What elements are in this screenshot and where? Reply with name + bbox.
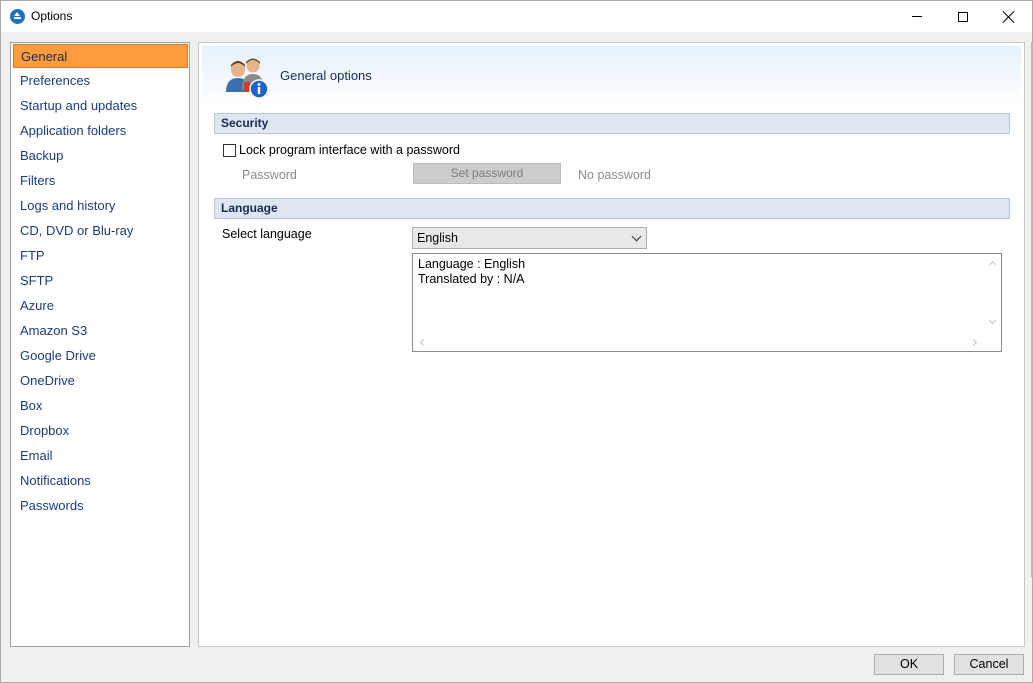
translator-info-line: Translated by : N/A — [418, 272, 525, 286]
set-password-button[interactable]: Set password — [413, 163, 561, 184]
cancel-button[interactable]: Cancel — [954, 654, 1024, 675]
ok-button[interactable]: OK — [874, 654, 944, 675]
language-dropdown[interactable]: English — [412, 227, 647, 249]
app-upload-icon — [10, 9, 25, 24]
sidebar-item-box[interactable]: Box — [13, 394, 188, 418]
options-sidebar: General Preferences Startup and updates … — [10, 42, 190, 647]
language-section-header: Language — [214, 198, 1010, 219]
options-window: Options General Preferences Startup and … — [0, 0, 1033, 683]
sidebar-item-cd-dvd[interactable]: CD, DVD or Blu-ray — [13, 219, 188, 243]
sidebar-item-logs-history[interactable]: Logs and history — [13, 194, 188, 218]
scroll-up-icon[interactable] — [988, 260, 997, 269]
lock-interface-checkbox[interactable] — [223, 144, 236, 157]
language-info-box: Language : English Translated by : N/A — [412, 253, 1002, 352]
horizontal-scrollbar[interactable] — [413, 334, 1001, 351]
users-info-icon — [226, 58, 269, 99]
page-banner: General options — [202, 46, 1021, 104]
scroll-left-icon[interactable] — [419, 338, 428, 347]
window-title: Options — [31, 9, 73, 23]
sidebar-item-ftp[interactable]: FTP — [13, 244, 188, 268]
sidebar-item-azure[interactable]: Azure — [13, 294, 188, 318]
sidebar-item-general[interactable]: General — [13, 44, 188, 68]
sidebar-item-backup[interactable]: Backup — [13, 144, 188, 168]
title-bar: Options — [1, 1, 1032, 32]
password-status: No password — [578, 168, 651, 182]
scroll-right-icon[interactable] — [969, 338, 978, 347]
sidebar-item-preferences[interactable]: Preferences — [13, 69, 188, 93]
sidebar-item-dropbox[interactable]: Dropbox — [13, 419, 188, 443]
minimize-icon — [912, 16, 922, 17]
close-button[interactable] — [986, 1, 1032, 32]
sidebar-item-startup-updates[interactable]: Startup and updates — [13, 94, 188, 118]
sidebar-item-notifications[interactable]: Notifications — [13, 469, 188, 493]
sidebar-item-application-folders[interactable]: Application folders — [13, 119, 188, 143]
page-title: General options — [280, 68, 372, 83]
sidebar-item-filters[interactable]: Filters — [13, 169, 188, 193]
sidebar-item-sftp[interactable]: SFTP — [13, 269, 188, 293]
security-section-header: Security — [214, 113, 1010, 134]
select-language-label: Select language — [222, 227, 312, 241]
scroll-down-icon[interactable] — [988, 316, 997, 325]
language-info-line: Language : English — [418, 257, 526, 271]
sidebar-item-passwords[interactable]: Passwords — [13, 494, 188, 518]
sidebar-item-email[interactable]: Email — [13, 444, 188, 468]
lock-interface-label[interactable]: Lock program interface with a password — [239, 143, 460, 157]
language-dropdown-value: English — [417, 231, 458, 245]
password-label: Password — [242, 168, 297, 182]
minimize-button[interactable] — [894, 1, 940, 32]
sidebar-item-onedrive[interactable]: OneDrive — [13, 369, 188, 393]
sidebar-item-amazon-s3[interactable]: Amazon S3 — [13, 319, 188, 343]
maximize-icon — [958, 11, 968, 22]
vertical-scrollbar[interactable] — [984, 254, 1001, 334]
maximize-button[interactable] — [940, 1, 986, 32]
chevron-down-icon — [631, 231, 642, 242]
options-content-panel: General options Security Lock program in… — [198, 42, 1025, 647]
close-icon — [1003, 11, 1015, 23]
sidebar-item-google-drive[interactable]: Google Drive — [13, 344, 188, 368]
